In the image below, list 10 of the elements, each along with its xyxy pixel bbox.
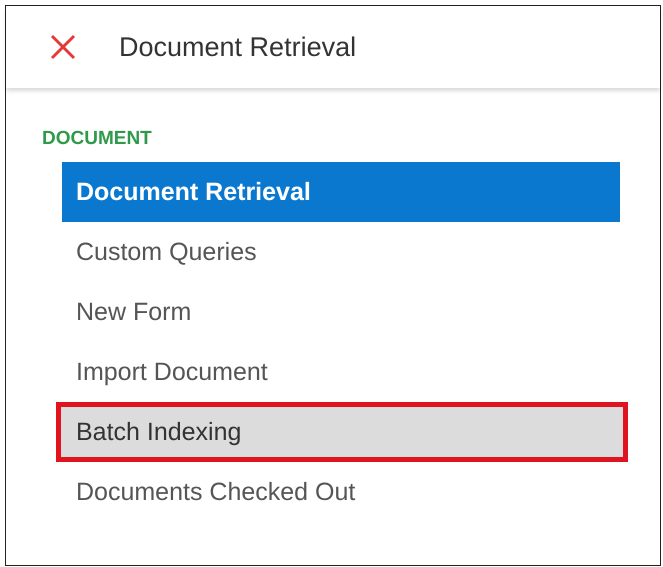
menu-item[interactable]: Batch Indexing	[56, 402, 628, 462]
close-icon	[50, 34, 76, 60]
menu-item[interactable]: New Form	[62, 282, 620, 342]
menu-item[interactable]: Import Document	[62, 342, 620, 402]
menu-item[interactable]: Document Retrieval	[62, 162, 620, 222]
menu-item[interactable]: Documents Checked Out	[62, 462, 620, 522]
section-label: DOCUMENT	[42, 128, 153, 150]
menu-item[interactable]: Custom Queries	[62, 222, 620, 282]
panel-title: Document Retrieval	[119, 32, 356, 62]
close-button[interactable]	[48, 32, 78, 62]
